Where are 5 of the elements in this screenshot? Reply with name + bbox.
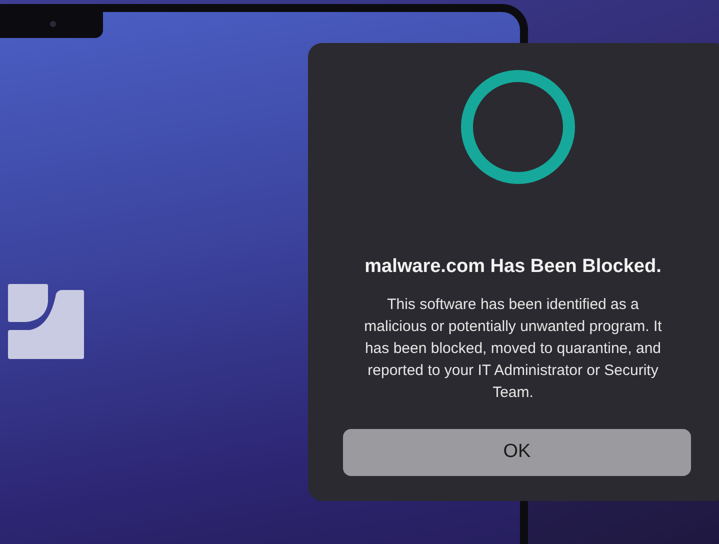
logo-icon	[8, 284, 84, 359]
ok-button[interactable]: OK	[343, 428, 691, 476]
dialog-message: This software has been identified as a malicious or potentially unwanted program. It has been blocked, moved to quarantine, and reported to your IT Administrator or Security Team.	[363, 294, 663, 402]
dialog-title: malware.com Has Been Blocked.	[364, 255, 662, 279]
ring-icon	[460, 69, 576, 185]
